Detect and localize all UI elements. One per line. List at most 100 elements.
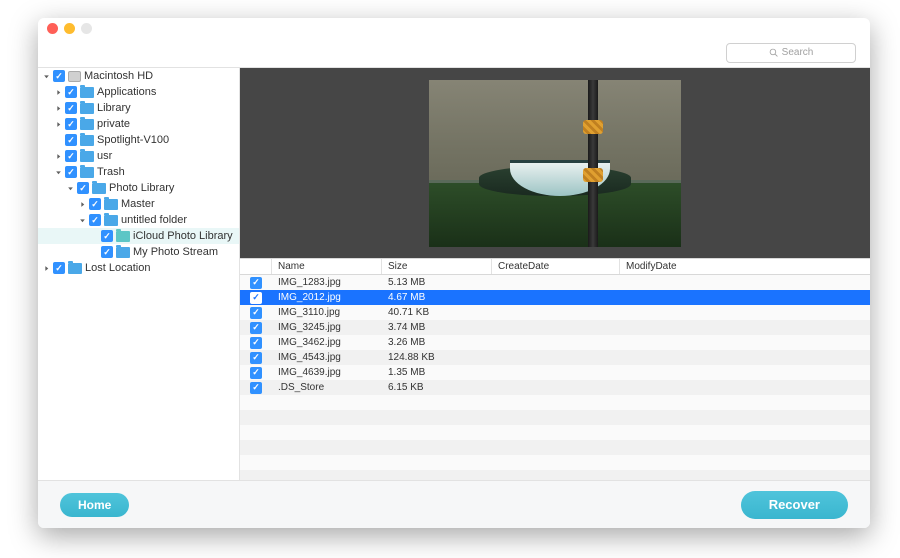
sidebar-item-label: Applications	[97, 86, 156, 98]
sidebar-item[interactable]: iCloud Photo Library	[38, 228, 239, 244]
sidebar-item[interactable]: Library	[38, 100, 239, 116]
disclosure-down-icon[interactable]	[54, 168, 62, 176]
toolbar: Search	[38, 38, 870, 68]
folder-icon	[80, 151, 94, 162]
folder-icon	[116, 247, 130, 258]
checkbox[interactable]	[65, 166, 77, 178]
sidebar-item[interactable]: private	[38, 116, 239, 132]
checkbox[interactable]	[65, 86, 77, 98]
checkbox[interactable]	[250, 322, 262, 334]
sidebar-item-label: Trash	[97, 166, 125, 178]
disclosure-down-icon[interactable]	[42, 72, 50, 80]
checkbox[interactable]	[250, 277, 262, 289]
sidebar-item[interactable]: usr	[38, 148, 239, 164]
sidebar-item[interactable]: Applications	[38, 84, 239, 100]
sidebar-item-label: Macintosh HD	[84, 70, 153, 82]
checkbox[interactable]	[65, 134, 77, 146]
cell-name: IMG_4639.jpg	[272, 367, 382, 378]
folder-icon	[80, 135, 94, 146]
checkbox[interactable]	[250, 337, 262, 349]
folder-icon	[80, 119, 94, 130]
checkbox[interactable]	[89, 214, 101, 226]
sidebar-item[interactable]: Macintosh HD	[38, 68, 239, 84]
disclosure-right-icon[interactable]	[42, 264, 50, 272]
disclosure-right-icon[interactable]	[54, 120, 62, 128]
table-row[interactable]: IMG_3462.jpg3.26 MB	[240, 335, 870, 350]
minimize-icon[interactable]	[64, 23, 75, 34]
cell-size: 40.71 KB	[382, 307, 492, 318]
sidebar-item[interactable]: Master	[38, 196, 239, 212]
col-size[interactable]: Size	[382, 259, 492, 274]
maximize-icon[interactable]	[81, 23, 92, 34]
home-button[interactable]: Home	[60, 493, 129, 517]
titlebar	[38, 18, 870, 38]
folder-icon	[80, 87, 94, 98]
table-row[interactable]: IMG_4639.jpg1.35 MB	[240, 365, 870, 380]
close-icon[interactable]	[47, 23, 58, 34]
disclosure-right-icon[interactable]	[54, 152, 62, 160]
cell-name: IMG_1283.jpg	[272, 277, 382, 288]
disk-icon	[68, 71, 81, 82]
sidebar-item[interactable]: untitled folder	[38, 212, 239, 228]
checkbox[interactable]	[89, 198, 101, 210]
checkbox[interactable]	[250, 382, 262, 394]
col-name[interactable]: Name	[272, 259, 382, 274]
preview-image	[429, 80, 681, 247]
sidebar-item[interactable]: Lost Location	[38, 260, 239, 276]
search-input[interactable]: Search	[726, 43, 856, 63]
cell-size: 1.35 MB	[382, 367, 492, 378]
checkbox[interactable]	[250, 352, 262, 364]
checkbox[interactable]	[65, 150, 77, 162]
table-row[interactable]: IMG_1283.jpg5.13 MB	[240, 275, 870, 290]
table-row[interactable]: .DS_Store6.15 KB	[240, 380, 870, 395]
table-row[interactable]: IMG_3110.jpg40.71 KB	[240, 305, 870, 320]
cell-name: .DS_Store	[272, 382, 382, 393]
checkbox[interactable]	[250, 292, 262, 304]
folder-icon	[92, 183, 106, 194]
recover-button[interactable]: Recover	[741, 491, 848, 519]
checkbox[interactable]	[77, 182, 89, 194]
checkbox[interactable]	[65, 118, 77, 130]
preview-pane	[240, 68, 870, 258]
cell-name: IMG_2012.jpg	[272, 292, 382, 303]
sidebar-item-label: private	[97, 118, 130, 130]
sidebar-item[interactable]: My Photo Stream	[38, 244, 239, 260]
disclosure-down-icon[interactable]	[66, 184, 74, 192]
checkbox[interactable]	[101, 230, 113, 242]
disclosure-right-icon[interactable]	[54, 88, 62, 96]
disclosure-down-icon[interactable]	[78, 216, 86, 224]
folder-icon	[80, 103, 94, 114]
folder-icon	[68, 263, 82, 274]
checkbox[interactable]	[53, 70, 65, 82]
search-placeholder: Search	[782, 47, 814, 58]
checkbox[interactable]	[101, 246, 113, 258]
checkbox[interactable]	[250, 367, 262, 379]
table-row[interactable]: IMG_2012.jpg4.67 MB	[240, 290, 870, 305]
sidebar-item[interactable]: Photo Library	[38, 180, 239, 196]
app-window: Search Macintosh HD Applications Library pr…	[38, 18, 870, 528]
disclosure-right-icon[interactable]	[78, 200, 86, 208]
checkbox[interactable]	[65, 102, 77, 114]
cell-name: IMG_3245.jpg	[272, 322, 382, 333]
disclosure-right-icon[interactable]	[54, 104, 62, 112]
bottom-bar: Home Recover	[38, 480, 870, 528]
folder-icon	[104, 215, 118, 226]
sidebar-item[interactable]: Spotlight-V100	[38, 132, 239, 148]
col-create[interactable]: CreateDate	[492, 259, 620, 274]
checkbox[interactable]	[250, 307, 262, 319]
sidebar-tree[interactable]: Macintosh HD Applications Library private Sp…	[38, 68, 240, 480]
cell-name: IMG_4543.jpg	[272, 352, 382, 363]
sidebar-item-label: usr	[97, 150, 112, 162]
sidebar-item-label: iCloud Photo Library	[133, 230, 233, 242]
table-row[interactable]: IMG_4543.jpg124.88 KB	[240, 350, 870, 365]
cell-size: 3.26 MB	[382, 337, 492, 348]
table-header: Name Size CreateDate ModifyDate	[240, 258, 870, 275]
sidebar-item[interactable]: Trash	[38, 164, 239, 180]
main-area: Macintosh HD Applications Library private Sp…	[38, 68, 870, 480]
table-body[interactable]: IMG_1283.jpg5.13 MBIMG_2012.jpg4.67 MBIM…	[240, 275, 870, 480]
table-row[interactable]: IMG_3245.jpg3.74 MB	[240, 320, 870, 335]
folder-icon	[80, 167, 94, 178]
col-modify[interactable]: ModifyDate	[620, 259, 870, 274]
cell-size: 5.13 MB	[382, 277, 492, 288]
checkbox[interactable]	[53, 262, 65, 274]
